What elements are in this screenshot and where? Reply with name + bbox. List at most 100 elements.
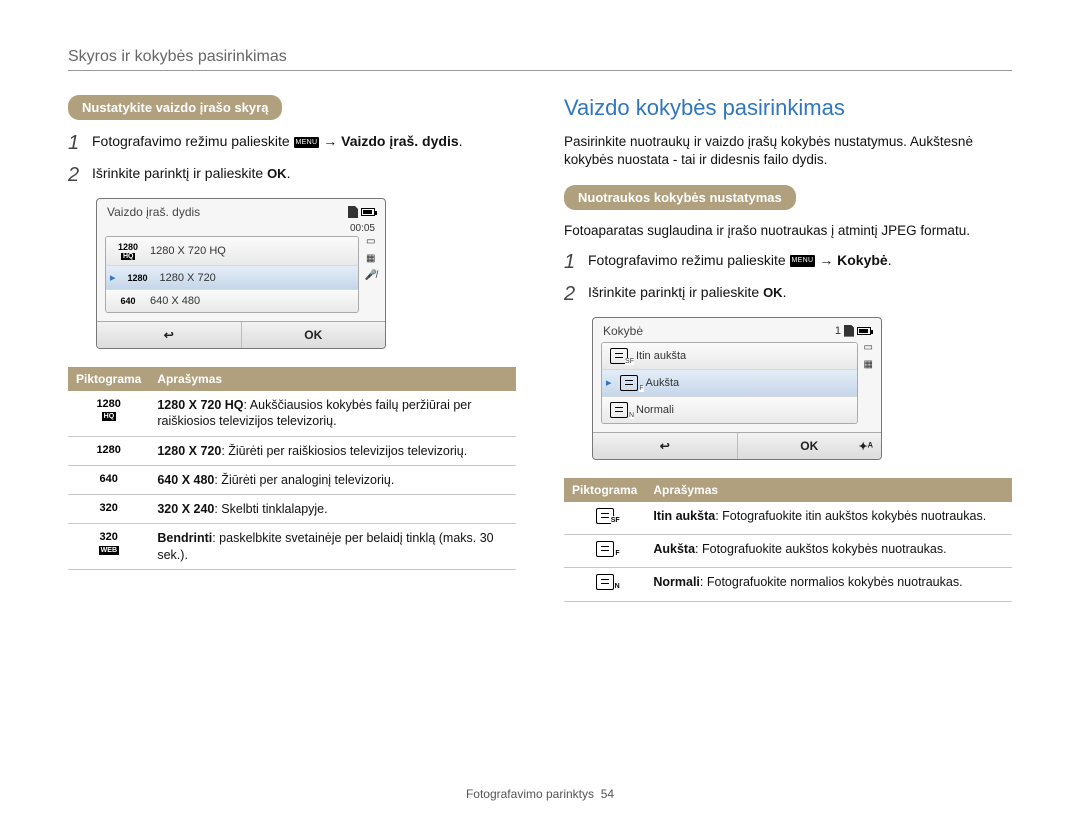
desc-cell: 640 X 480: Žiūrėti per analoginį televiz… [149,465,516,494]
step-text: Fotografavimo režimu palieskite MENU → V… [92,132,463,154]
lcd-list: 1280HQ 1280 X 720 HQ ▸ 1280 1280 X 720 6… [105,236,359,313]
desc-cell: Normali: Fotografuokite normalios kokybė… [645,568,1012,601]
quality-sf-icon: SF [610,348,628,364]
mic-off-icon: 🎤̸ [365,270,377,281]
lcd-video-size: Vaizdo įraš. dydis 00:05 1280HQ 1280 X 7… [96,198,386,349]
lcd-row-label: 1280 X 720 [160,272,216,284]
lcd-row-label: 640 X 480 [150,295,200,307]
lcd-row[interactable]: N Normali [602,397,857,423]
res-mini-icon: ▭ [366,236,375,247]
lcd-count: 1 [835,325,841,337]
lcd-title: Kokybė [603,324,643,338]
step-text: Fotografavimo režimu palieskite MENU → K… [588,251,892,273]
icon-1280: 1280 [68,436,149,465]
divider [68,70,1012,71]
lcd-title: Vaizdo įraš. dydis [107,205,200,219]
lcd-back-button[interactable]: ↩ [97,322,242,348]
footer-label: Fotografavimo parinktys [466,787,594,801]
desc-cell: 1280 X 720: Žiūrėti per raiškiosios tele… [149,436,516,465]
sd-icon [348,206,358,218]
selection-marker: ▸ [110,271,116,284]
left-column: Nustatykite vaizdo įrašo skyrą 1 Fotogra… [68,95,516,602]
icon-320: 320 [68,495,149,524]
desc-cell: Aukšta: Fotografuokite aukštos kokybės n… [645,534,1012,567]
two-column-layout: Nustatykite vaizdo įrašo skyrą 1 Fotogra… [68,95,1012,602]
right-column: Vaizdo kokybės pasirinkimas Pasirinkite … [564,95,1012,602]
lcd-row[interactable]: SF Itin aukšta [602,343,857,370]
menu-icon: MENU [790,255,816,266]
quality-mini-icon: ▦ [366,253,375,264]
flash-auto-icon: ✦ᴬ [858,440,873,453]
jpeg-paragraph: Fotoaparatas suglaudina ir įrašo nuotrau… [564,222,1012,240]
step-number: 1 [564,251,578,273]
step2-end: . [783,284,787,300]
icon-n: N [564,568,645,601]
lcd-row-selected[interactable]: ▸ F Aukšta [602,370,857,397]
lcd-ok-button[interactable]: OK [242,322,386,348]
th-desc: Aprašymas [645,478,1012,502]
lcd-quality: Kokybė 1 SF Itin aukšta ▸ F Aukšta [592,317,882,460]
intro-paragraph: Pasirinkite nuotraukų ir vaizdo įrašų ko… [564,133,1012,169]
step-1-right: 1 Fotografavimo režimu palieskite MENU →… [564,251,1012,273]
step1-bold: Vaizdo įraš. dydis [341,133,459,149]
th-icon: Piktograma [68,367,149,391]
quality-mini-icon: ▦ [864,359,873,370]
battery-icon [361,208,375,216]
icon-sf: SF [564,502,645,535]
desc-cell: 1280 X 720 HQ: Aukščiausios kokybės fail… [149,391,516,436]
ok-icon: OK [763,285,783,300]
step2-text: Išrinkite parinktį ir palieskite [588,284,763,300]
step2-end: . [287,165,291,181]
step-text: Išrinkite parinktį ir palieskite OK. [588,283,786,305]
lcd-back-button[interactable]: ↩ [593,433,738,459]
step-1-left: 1 Fotografavimo režimu palieskite MENU →… [68,132,516,154]
icon-320web: 320WEB [68,524,149,570]
step1-pre: Fotografavimo režimu palieskite [92,133,294,149]
lcd-row-label: Aukšta [646,377,680,389]
pill-video-resolution: Nustatykite vaizdo įrašo skyrą [68,95,282,120]
pill-photo-quality: Nuotraukos kokybės nustatymas [564,185,796,210]
step2-text: Išrinkite parinktį ir palieskite [92,165,267,181]
lcd-row[interactable]: 1280HQ 1280 X 720 HQ [106,237,358,266]
step1-end: . [459,133,463,149]
heading-quality: Vaizdo kokybės pasirinkimas [564,95,1012,121]
lcd-row-label: Itin aukšta [636,350,686,362]
lcd-row-label: 1280 X 720 HQ [150,245,226,257]
step1-end: . [888,252,892,268]
res-chip-640: 640 [114,296,142,306]
icon-f: F [564,534,645,567]
video-size-table: Piktograma Aprašymas 1280HQ 1280 X 720 H… [68,367,516,570]
battery-icon [857,327,871,335]
lcd-row-label: Normali [636,404,674,416]
step-number: 1 [68,132,82,154]
th-icon: Piktograma [564,478,645,502]
selection-marker: ▸ [606,376,612,389]
lcd-time: 00:05 [350,223,375,234]
step-2-right: 2 Išrinkite parinktį ir palieskite OK. [564,283,1012,305]
desc-cell: Bendrinti: paskelbkite svetainėje per be… [149,524,516,570]
page-footer: Fotografavimo parinktys 54 [0,787,1080,801]
lcd-row[interactable]: 640 640 X 480 [106,290,358,312]
arrow: → [319,133,341,149]
quality-n-icon: N [610,402,628,418]
lcd-side-icons: ▭ ▦ [864,342,873,424]
icon-640: 640 [68,465,149,494]
desc-cell: Itin aukšta: Fotografuokite itin aukštos… [645,502,1012,535]
step1-bold: Kokybė [837,252,888,268]
ok-icon: OK [267,166,287,181]
icon-1280hq: 1280HQ [68,391,149,436]
desc-cell: 320 X 240: Skelbti tinklalapyje. [149,495,516,524]
step-text: Išrinkite parinktį ir palieskite OK. [92,164,290,186]
lcd-row-selected[interactable]: ▸ 1280 1280 X 720 [106,266,358,290]
section-title: Skyros ir kokybės pasirinkimas [68,48,1012,66]
step-2-left: 2 Išrinkite parinktį ir palieskite OK. [68,164,516,186]
sd-icon [844,325,854,337]
arrow: → [815,252,837,268]
footer-page: 54 [601,787,614,801]
lcd-list: SF Itin aukšta ▸ F Aukšta N Normali [601,342,858,424]
th-desc: Aprašymas [149,367,516,391]
quality-f-icon: F [620,375,638,391]
step-number: 2 [564,283,578,305]
step1-pre: Fotografavimo režimu palieskite [588,252,790,268]
res-chip-1280: 1280 [124,273,152,283]
